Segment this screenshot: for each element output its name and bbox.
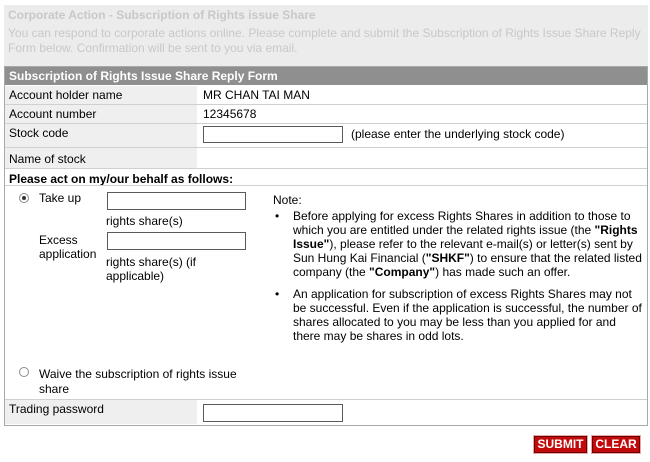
- banner-text: You can respond to corporate actions onl…: [8, 26, 641, 55]
- stock-code-label: Stock code: [9, 126, 69, 140]
- waive-label-line2: share: [39, 382, 70, 396]
- waive-label-line1: Waive the subscription of rights issue: [39, 367, 237, 381]
- excess-label-line1: Excess: [39, 233, 78, 247]
- trading-password-row: Trading password: [5, 400, 647, 424]
- stock-code-row: Stock code (please enter the underlying …: [5, 124, 647, 147]
- excess-unit-line1: rights share(s) (if: [106, 255, 197, 269]
- account-number-label: Account number: [9, 107, 97, 121]
- info-banner: Corporate Action - Subscription of Right…: [4, 5, 648, 66]
- account-number-value: 12345678: [203, 107, 257, 121]
- take-up-radio[interactable]: [19, 193, 29, 203]
- act-on-behalf-title: Please act on my/our behalf as follows:: [9, 172, 234, 186]
- trading-password-label: Trading password: [9, 402, 104, 416]
- note-item-application-success: An application for subscription of exces…: [273, 287, 645, 343]
- excess-application-input[interactable]: [107, 232, 246, 250]
- stock-name-row: Name of stock: [5, 148, 647, 168]
- take-up-label: Take up: [39, 191, 82, 205]
- submit-button[interactable]: SUBMIT: [533, 435, 588, 454]
- trading-password-input[interactable]: [203, 404, 343, 422]
- note-item-excess-rights: Before applying for excess Rights Shares…: [273, 209, 645, 279]
- stock-name-label: Name of stock: [9, 152, 86, 166]
- clear-button[interactable]: CLEAR: [591, 435, 641, 454]
- page: Corporate Action - Subscription of Right…: [0, 0, 650, 462]
- stock-code-hint: (please enter the underlying stock code): [351, 127, 565, 141]
- account-holder-value: MR CHAN TAI MAN: [203, 88, 310, 102]
- account-holder-label: Account holder name: [9, 88, 123, 102]
- excess-unit-line2: applicable): [106, 269, 165, 283]
- form-header: Subscription of Rights Issue Share Reply…: [5, 67, 647, 85]
- take-up-unit: rights share(s): [106, 214, 183, 228]
- excess-label-line2: application: [39, 247, 97, 261]
- take-up-input[interactable]: [107, 192, 246, 210]
- row-divider: [5, 168, 647, 169]
- reply-form: Subscription of Rights Issue Share Reply…: [4, 66, 648, 426]
- row-divider: [5, 185, 647, 186]
- account-number-row: Account number 12345678: [5, 105, 647, 123]
- note-title: Note:: [273, 193, 302, 207]
- waive-radio[interactable]: [19, 367, 29, 377]
- stock-code-input[interactable]: [203, 126, 343, 143]
- account-holder-row: Account holder name MR CHAN TAI MAN: [5, 86, 647, 104]
- note-list: Before applying for excess Rights Shares…: [273, 209, 645, 351]
- banner-title: Corporate Action - Subscription of Right…: [8, 8, 316, 22]
